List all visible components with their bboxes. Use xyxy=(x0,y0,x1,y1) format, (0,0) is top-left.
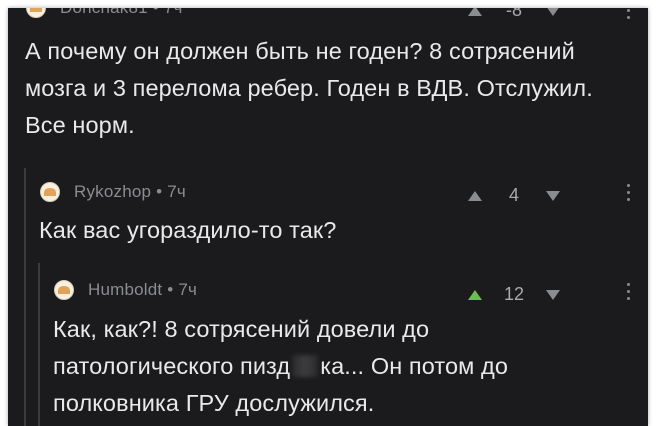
comment-meta: Rykozhop • 7ч xyxy=(74,182,186,201)
thread-line xyxy=(38,263,40,426)
vote-controls: 12 xyxy=(466,284,562,305)
censored-blur xyxy=(292,355,319,377)
comment-header: Humboldt • 7ч xyxy=(54,280,197,300)
vote-score: -8 xyxy=(505,8,522,20)
bread-icon xyxy=(30,8,42,12)
vote-controls: -8 xyxy=(466,8,562,21)
upvote-icon[interactable] xyxy=(466,8,484,18)
comment-header: Rykozhop • 7ч xyxy=(40,182,186,202)
comment-time: 7ч xyxy=(178,280,198,299)
comment-time: 7ч xyxy=(164,8,183,17)
upvote-icon[interactable] xyxy=(466,288,484,302)
comment-meta: Humboldt • 7ч xyxy=(88,280,198,299)
comment-text: Как вас угораздило-то так? xyxy=(39,217,337,243)
downvote-icon[interactable] xyxy=(544,189,562,203)
downvote-icon[interactable] xyxy=(544,288,562,302)
author-name[interactable]: Humboldt xyxy=(88,280,162,299)
downvote-icon[interactable] xyxy=(544,8,562,18)
bread-icon xyxy=(44,188,56,196)
comment-time: 7ч xyxy=(167,182,186,201)
bread-icon xyxy=(58,286,70,294)
comment-meta: Donchak81 • 7ч xyxy=(60,8,183,18)
author-name[interactable]: Rykozhop xyxy=(74,182,151,201)
more-options-icon[interactable] xyxy=(626,283,632,303)
avatar[interactable] xyxy=(26,8,46,18)
more-options-icon[interactable] xyxy=(626,184,632,204)
author-name[interactable]: Donchak81 xyxy=(60,8,148,17)
more-options-icon[interactable] xyxy=(626,8,632,22)
thread-line xyxy=(24,168,26,426)
avatar[interactable] xyxy=(40,182,60,202)
vote-controls: 4 xyxy=(466,185,562,206)
avatar[interactable] xyxy=(54,280,74,300)
comment-text: А почему он должен быть не годен? 8 сотр… xyxy=(25,38,593,138)
vote-score: 4 xyxy=(508,185,519,205)
comment-thread: Donchak81 • 7ч -8 А почему он должен быт… xyxy=(8,8,648,426)
comment-header: Donchak81 • 7ч xyxy=(26,8,183,18)
vote-score: 12 xyxy=(503,284,525,304)
upvote-icon[interactable] xyxy=(466,189,484,203)
comment-text: Как, как?! 8 сотрясений довели до патоло… xyxy=(53,311,613,422)
